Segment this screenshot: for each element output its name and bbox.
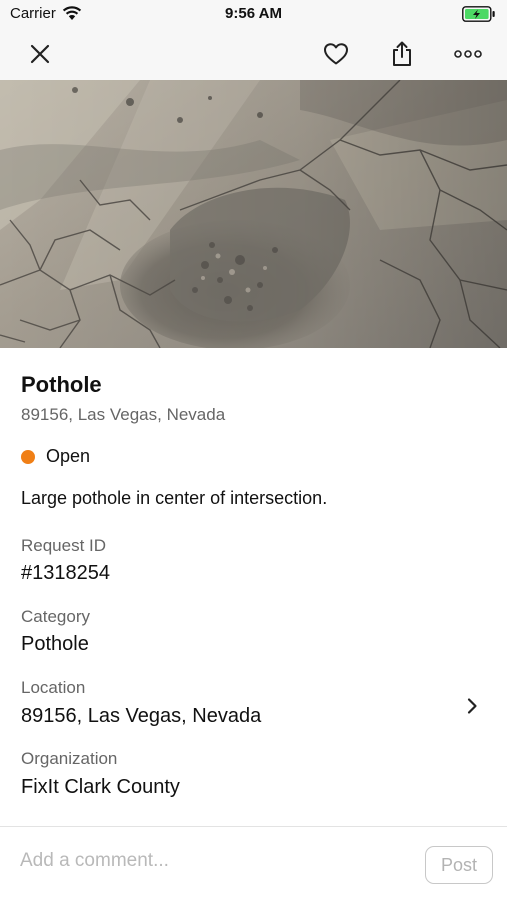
pothole-photo-image (0, 80, 507, 348)
more-icon (454, 50, 482, 58)
more-options-button[interactable] (452, 38, 484, 70)
post-button[interactable]: Post (425, 846, 493, 884)
report-description: Large pothole in center of intersection. (21, 488, 328, 508)
comment-input[interactable] (18, 845, 402, 877)
status-bar: Carrier 9:56 AM (0, 0, 507, 28)
report-address: 89156, Las Vegas, Nevada (21, 405, 226, 424)
request-id-label: Request ID (21, 536, 107, 555)
organization-label: Organization (21, 749, 118, 768)
chevron-right-icon (467, 698, 477, 714)
status-row: Open (21, 446, 90, 467)
status-time: 9:56 AM (225, 5, 282, 22)
report-photo[interactable] (0, 80, 507, 348)
location-label: Location (21, 678, 86, 697)
heart-icon (324, 43, 348, 65)
share-icon (393, 41, 411, 66)
location-value: 89156, Las Vegas, Nevada (21, 705, 262, 727)
category-label: Category (21, 607, 90, 626)
status-dot-icon (21, 449, 35, 464)
close-button[interactable] (24, 38, 56, 70)
navigation-bar (0, 28, 507, 81)
share-button[interactable] (386, 38, 418, 70)
category-value: Pothole (21, 633, 89, 655)
close-icon (30, 44, 50, 64)
battery-charging-icon (462, 6, 495, 22)
report-details: Pothole 89156, Las Vegas, Nevada Open La… (0, 348, 507, 826)
organization-value: FixIt Clark County (21, 776, 180, 798)
request-id-value: #1318254 (21, 562, 110, 584)
report-title: Pothole (21, 372, 102, 397)
status-label: Open (46, 446, 91, 466)
like-button[interactable] (320, 38, 352, 70)
comment-bar: Post (0, 826, 507, 901)
